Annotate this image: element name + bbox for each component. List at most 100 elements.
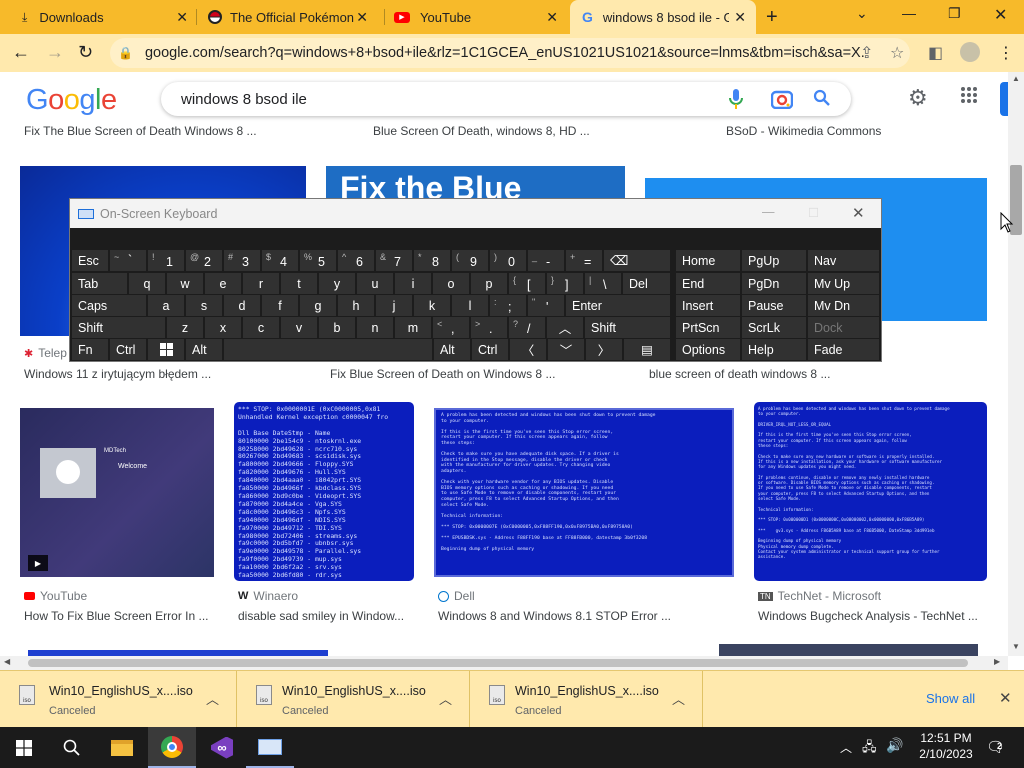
key-alt-left[interactable]: Alt [186, 339, 222, 360]
key-pause[interactable]: Pause [742, 295, 806, 316]
key-1[interactable]: ! 1 [148, 250, 184, 271]
key-h[interactable]: h [338, 295, 374, 316]
new-tab-button[interactable]: + [766, 6, 778, 29]
account-button[interactable] [1000, 82, 1008, 116]
key-enter[interactable]: Enter [566, 295, 670, 316]
maximize-icon[interactable]: ☐ [808, 205, 819, 220]
url-text[interactable]: google.com/search?q=windows+8+bsod+ile&r… [145, 45, 865, 61]
result-thumbnail-bsod-dell[interactable]: A problem has been detected and windows … [434, 408, 734, 577]
key-a[interactable]: a [148, 295, 184, 316]
key-v[interactable]: v [281, 317, 317, 338]
result-source[interactable]: ✱ Telep [24, 346, 67, 360]
show-all-button[interactable]: Show all [926, 691, 975, 706]
key-arrow-up[interactable]: ︿ [547, 317, 583, 338]
chevron-up-icon[interactable]: ︿ [206, 689, 219, 708]
key-9[interactable]: (9 [452, 250, 488, 271]
key-prtscn[interactable]: PrtScn [676, 317, 740, 338]
download-item[interactable]: iso Win10_EnglishUS_x....iso Canceled ︿ [470, 671, 703, 728]
key-g[interactable]: g [300, 295, 336, 316]
address-bar[interactable]: 🔒 google.com/search?q=windows+8+bsod+ile… [110, 38, 910, 68]
key-minus[interactable]: _ - [528, 250, 564, 271]
key-open-bracket[interactable]: {[ [509, 273, 545, 294]
key-menu[interactable]: ▤ [624, 339, 670, 360]
key-k[interactable]: k [414, 295, 450, 316]
restore-icon[interactable]: ❐ [948, 5, 961, 22]
key-n[interactable]: n [357, 317, 393, 338]
clock[interactable]: 12:51 PM 2/10/2023 [918, 731, 974, 761]
result-caption[interactable]: Windows 8 and Windows 8.1 STOP Error ... [438, 609, 718, 623]
key-fn[interactable]: Fn [72, 339, 108, 360]
key-semicolon[interactable]: :; [490, 295, 526, 316]
side-panel-icon[interactable]: ◧ [928, 43, 943, 63]
notification-center-icon[interactable]: 🗨 [986, 738, 1005, 756]
show-hidden-icons-chevron[interactable]: ︿ [840, 739, 852, 756]
forward-icon[interactable]: → [46, 42, 64, 63]
key-slash[interactable]: ? / [509, 317, 545, 338]
key-b[interactable]: b [319, 317, 355, 338]
lens-camera-icon[interactable] [770, 89, 794, 113]
key-f[interactable]: f [262, 295, 298, 316]
key-mv-dn[interactable]: Mv Dn [808, 295, 879, 316]
key-home[interactable]: Home [676, 250, 740, 271]
google-logo[interactable]: Google [26, 84, 117, 117]
key-t[interactable]: t [281, 273, 317, 294]
key-end[interactable]: End [676, 273, 740, 294]
key-tab[interactable]: Tab [72, 273, 127, 294]
close-tab-icon[interactable]: ✕ [734, 9, 746, 26]
tab-downloads[interactable]: ⤓ Downloads ✕ [8, 0, 196, 34]
minimize-icon[interactable]: — [762, 205, 775, 219]
volume-icon[interactable]: 🔊 [886, 737, 903, 754]
result-caption[interactable]: Windows Bugcheck Analysis - TechNet ... [758, 609, 988, 623]
key-dock[interactable]: Dock [808, 317, 879, 338]
tab-youtube[interactable]: ▶ YouTube ✕ [388, 0, 568, 34]
key-windows[interactable] [148, 339, 184, 360]
scroll-left-arrow-icon[interactable]: ◀ [4, 657, 10, 666]
menu-icon[interactable]: ⋮ [998, 43, 1014, 63]
key-q[interactable]: q [129, 273, 165, 294]
key-o[interactable]: o [433, 273, 469, 294]
result-thumbnail-video[interactable]: MDTech Welcome ▶ [20, 408, 214, 577]
share-icon[interactable]: ⇪ [860, 43, 873, 63]
key-arrow-right[interactable]: 〉 [586, 339, 622, 360]
close-tab-icon[interactable]: ✕ [546, 9, 558, 26]
key-r[interactable]: r [243, 273, 279, 294]
search-input[interactable]: windows 8 bsod ile [161, 82, 851, 116]
key-equals[interactable]: + = [566, 250, 602, 271]
vertical-scrollbar[interactable]: ▲ ▼ [1008, 72, 1024, 656]
tab-search-chevron-icon[interactable]: ⌄ [856, 5, 868, 22]
key-8[interactable]: * 8 [414, 250, 450, 271]
chevron-up-icon[interactable]: ︿ [439, 689, 452, 708]
result-thumbnail-bsod-technet[interactable]: A problem has been detected and windows … [754, 402, 987, 581]
key-l[interactable]: l [452, 295, 488, 316]
key-close-bracket[interactable]: }] [547, 273, 583, 294]
key-d[interactable]: d [224, 295, 260, 316]
close-download-shelf-icon[interactable]: ✕ [999, 689, 1012, 707]
key-e[interactable]: e [205, 273, 241, 294]
close-tab-icon[interactable]: ✕ [356, 9, 368, 26]
scroll-down-arrow-icon[interactable]: ▼ [1012, 642, 1020, 651]
key-del[interactable]: Del [623, 273, 670, 294]
key-2[interactable]: @2 [186, 250, 222, 271]
result-source[interactable]: Dell [438, 589, 475, 603]
key-scrlk[interactable]: ScrLk [742, 317, 806, 338]
start-button[interactable] [0, 727, 48, 768]
key-alt-right[interactable]: Alt [434, 339, 470, 360]
scroll-up-arrow-icon[interactable]: ▲ [1012, 74, 1020, 83]
key-pgup[interactable]: PgUp [742, 250, 806, 271]
key-i[interactable]: i [395, 273, 431, 294]
chevron-up-icon[interactable]: ︿ [672, 689, 685, 708]
play-icon[interactable]: ▶ [28, 555, 48, 571]
key-nav[interactable]: Nav [808, 250, 879, 271]
result-thumbnail-bsod-stop[interactable]: *** STOP: 0x0000001E (0xC0000005,0x81 Un… [234, 402, 414, 581]
profile-icon[interactable] [960, 42, 980, 62]
key-7[interactable]: & 7 [376, 250, 412, 271]
key-s[interactable]: s [186, 295, 222, 316]
tab-pokemon[interactable]: The Official Pokémon W ✕ [200, 0, 380, 34]
microphone-icon[interactable] [729, 89, 743, 113]
key-backslash[interactable]: | \ [585, 273, 621, 294]
key-pgdn[interactable]: PgDn [742, 273, 806, 294]
horizontal-scroll-thumb[interactable] [28, 659, 968, 667]
result-caption[interactable]: Blue Screen Of Death, windows 8, HD ... [373, 124, 633, 138]
key-ctrl-right[interactable]: Ctrl [472, 339, 508, 360]
search-icon[interactable] [813, 89, 831, 111]
